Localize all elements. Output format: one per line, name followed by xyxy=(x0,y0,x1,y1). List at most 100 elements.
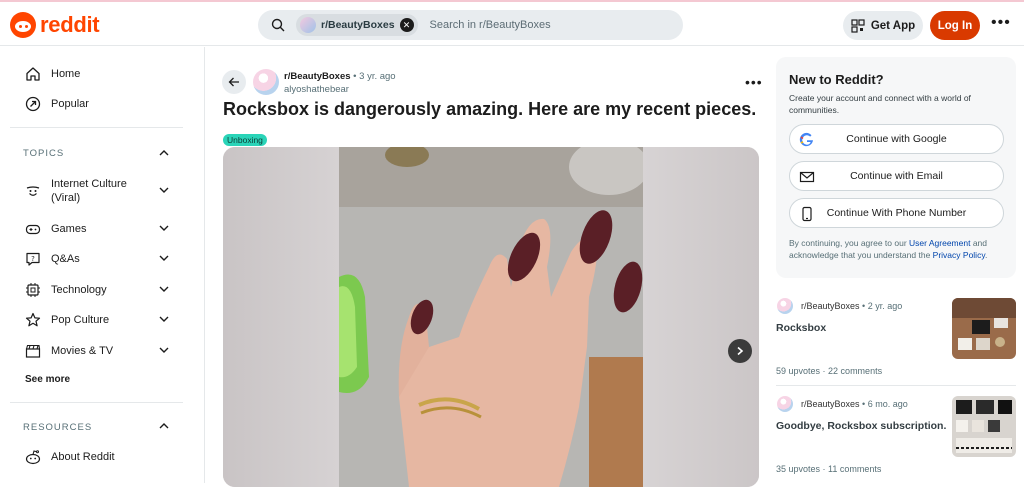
login-button[interactable]: Log In xyxy=(930,11,980,40)
search-subreddit-chip[interactable]: r/BeautyBoxes ✕ xyxy=(296,14,418,36)
related-post[interactable]: r/BeautyBoxes • 2 yr. ago Rocksbox 59 up… xyxy=(776,298,1016,388)
sidebar-item-technology[interactable]: Technology xyxy=(25,282,107,298)
divider xyxy=(10,402,183,403)
snoo-icon xyxy=(10,12,36,38)
sidebar-item-qas[interactable]: ? Q&As xyxy=(25,251,80,267)
google-icon xyxy=(799,132,813,147)
top-bar: reddit r/BeautyBoxes ✕ Search in r/Beaut… xyxy=(0,0,1024,46)
continue-phone-button[interactable]: Continue With Phone Number xyxy=(789,198,1004,228)
svg-text:?: ? xyxy=(31,255,35,263)
chevron-down-icon[interactable] xyxy=(158,184,170,196)
comment-count: 22 comments xyxy=(828,366,883,376)
upvote-count: 59 upvotes xyxy=(776,366,821,376)
snoo-outline-icon xyxy=(25,450,41,465)
reddit-logo[interactable]: reddit xyxy=(10,12,100,38)
sidebar-item-movies-tv[interactable]: Movies & TV xyxy=(25,343,113,359)
clapper-icon xyxy=(25,344,41,358)
post-image-gallery[interactable] xyxy=(223,147,759,487)
post-age: 3 yr. ago xyxy=(359,71,396,82)
cta-label: Continue with Google xyxy=(846,133,947,145)
divider xyxy=(776,385,1016,386)
ellipsis-icon[interactable]: ••• xyxy=(991,14,1011,32)
resources-header: RESOURCES xyxy=(23,422,93,433)
chevron-up-icon[interactable] xyxy=(158,147,170,159)
user-agreement-link[interactable]: User Agreement xyxy=(909,238,970,248)
related-post-meta: r/BeautyBoxes • 6 mo. ago xyxy=(801,399,908,409)
arrow-left-icon xyxy=(228,77,239,87)
next-image-button[interactable] xyxy=(728,339,752,363)
post-options-icon[interactable]: ••• xyxy=(745,74,763,90)
see-more-button[interactable]: See more xyxy=(25,374,70,385)
star-icon xyxy=(25,312,41,327)
sidebar-item-about-reddit[interactable]: About Reddit xyxy=(25,449,115,465)
chevron-down-icon[interactable] xyxy=(158,344,170,356)
sidebar-item-internet-culture[interactable]: Internet Culture (Viral) xyxy=(25,177,127,205)
post-title: Rocksbox is dangerously amazing. Here ar… xyxy=(223,99,757,119)
left-sidebar: Home Popular TOPICS Internet Culture (Vi… xyxy=(0,47,205,483)
sidebar-item-label: Pop Culture xyxy=(51,314,110,326)
chevron-down-icon[interactable] xyxy=(158,252,170,264)
chevron-down-icon[interactable] xyxy=(158,222,170,234)
related-age: 2 yr. ago xyxy=(867,301,903,311)
search-input[interactable]: Search in r/BeautyBoxes xyxy=(430,19,551,31)
sidebar-item-label: Home xyxy=(51,68,81,80)
search-icon xyxy=(264,18,292,32)
legal-notice: By continuing, you agree to our User Agr… xyxy=(789,237,1009,261)
sidebar-item-label: Technology xyxy=(51,284,107,296)
related-subreddit[interactable]: r/BeautyBoxes xyxy=(801,399,860,409)
chevron-down-icon[interactable] xyxy=(158,283,170,295)
privacy-policy-link[interactable]: Privacy Policy xyxy=(933,250,985,260)
mail-icon xyxy=(799,171,815,183)
chevron-up-icon[interactable] xyxy=(158,420,170,432)
related-age: 6 mo. ago xyxy=(867,399,908,409)
get-app-label: Get App xyxy=(870,19,916,32)
subreddit-avatar xyxy=(777,396,793,412)
subreddit-avatar xyxy=(777,298,793,314)
search-bar[interactable]: r/BeautyBoxes ✕ Search in r/BeautyBoxes xyxy=(258,10,683,40)
image-blur-left xyxy=(223,147,339,487)
related-post-thumbnail[interactable] xyxy=(952,298,1016,359)
sidebar-item-games[interactable]: Games xyxy=(25,221,86,237)
sidebar-item-pop-culture[interactable]: Pop Culture xyxy=(25,312,109,328)
signup-card: New to Reddit? Create your account and c… xyxy=(776,57,1016,278)
related-post-title[interactable]: Goodbye, Rocksbox subscription... xyxy=(776,420,946,432)
cta-label: Continue with Email xyxy=(850,170,943,182)
continue-email-button[interactable]: Continue with Email xyxy=(789,161,1004,191)
qr-code-icon xyxy=(851,18,865,33)
post-main: r/BeautyBoxes • 3 yr. ago alyoshathebear… xyxy=(205,47,767,487)
sidebar-item-label: Q&As xyxy=(51,253,80,265)
post-author-link[interactable]: alyoshathebear xyxy=(284,84,349,95)
related-post[interactable]: r/BeautyBoxes • 6 mo. ago Goodbye, Rocks… xyxy=(776,396,1016,486)
home-icon xyxy=(26,67,40,81)
sidebar-item-popular[interactable]: Popular xyxy=(25,96,89,112)
comment-count: 11 comments xyxy=(828,464,882,474)
back-button[interactable] xyxy=(222,70,246,94)
smile-icon xyxy=(26,186,40,196)
subreddit-avatar[interactable] xyxy=(253,69,279,95)
post-flair[interactable]: Unboxing xyxy=(223,134,267,146)
get-app-button[interactable]: Get App xyxy=(843,11,923,40)
related-post-meta: r/BeautyBoxes • 2 yr. ago xyxy=(801,301,903,311)
sidebar-item-label: About Reddit xyxy=(51,451,115,463)
close-icon[interactable]: ✕ xyxy=(399,18,414,32)
chevron-down-icon[interactable] xyxy=(158,313,170,325)
signup-title: New to Reddit? xyxy=(789,72,884,87)
signup-description: Create your account and connect with a w… xyxy=(789,93,971,115)
subreddit-avatar xyxy=(300,17,316,33)
sidebar-item-label: Games xyxy=(51,223,87,235)
sidebar-item-label: Movies & TV xyxy=(51,345,114,357)
related-post-stats: 59 upvotes · 22 comments xyxy=(776,366,883,376)
topics-header: TOPICS xyxy=(23,148,65,159)
sidebar-item-label: Internet Culture (Viral) xyxy=(51,178,127,204)
upvote-count: 35 upvotes xyxy=(776,464,821,474)
post-meta: r/BeautyBoxes • 3 yr. ago xyxy=(284,71,396,82)
related-post-title[interactable]: Rocksbox xyxy=(776,322,946,334)
gamepad-icon xyxy=(25,224,41,235)
sidebar-item-label: Popular xyxy=(51,98,89,110)
related-post-thumbnail[interactable] xyxy=(952,396,1016,457)
sidebar-item-home[interactable]: Home xyxy=(25,66,80,82)
post-subreddit-link[interactable]: r/BeautyBoxes xyxy=(284,71,351,82)
continue-google-button[interactable]: Continue with Google xyxy=(789,124,1004,154)
related-subreddit[interactable]: r/BeautyBoxes xyxy=(801,301,860,311)
cta-label: Continue With Phone Number xyxy=(826,207,967,219)
